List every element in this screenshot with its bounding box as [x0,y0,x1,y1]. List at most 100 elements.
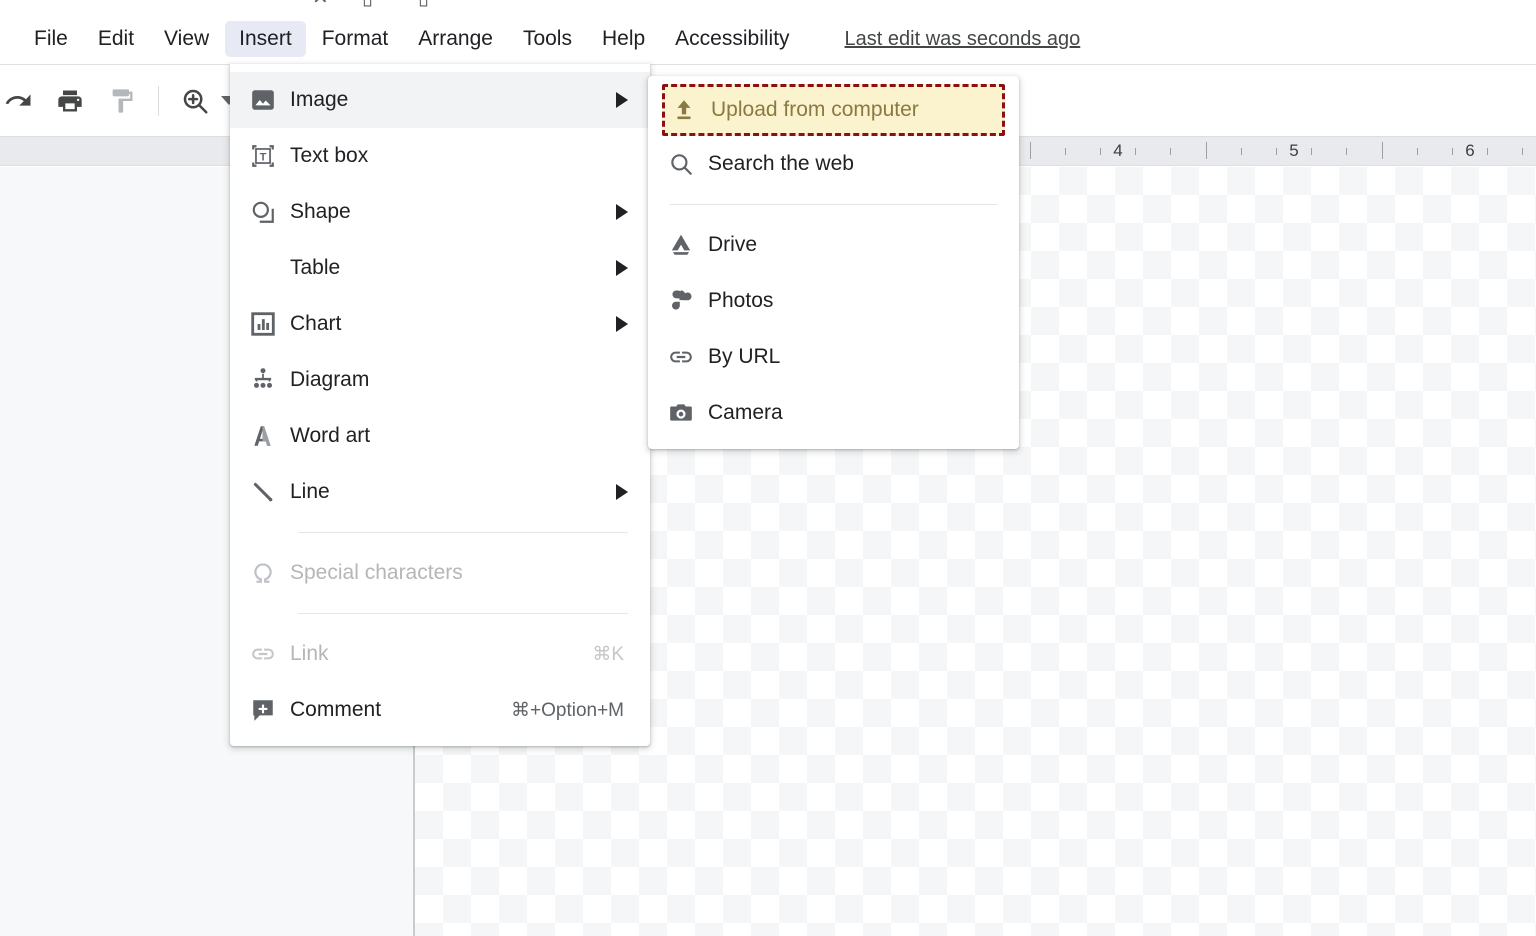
link-icon [668,344,708,370]
submenu-item-label: Search the web [708,152,997,176]
photos-icon [668,288,708,314]
ruler-number-label: 5 [1289,140,1298,162]
ruler-major-tick [1030,142,1031,159]
menu-item-special-characters[interactable]: Special characters [230,545,650,601]
menu-item-label: Word art [290,424,628,448]
menu-insert[interactable]: Insert [225,21,306,57]
menu-item-label: Diagram [290,368,628,392]
paint-format-icon [108,87,136,115]
menu-file[interactable]: File [20,21,82,57]
undo-icon-partial: ↶ [250,0,267,8]
menu-tools[interactable]: Tools [509,21,586,57]
menu-help[interactable]: Help [588,21,659,57]
menu-item-comment[interactable]: Comment ⌘+Option+M [230,682,650,738]
submenu-item-label: Upload from computer [711,98,992,122]
redo-icon [3,86,33,116]
link-icon [250,641,290,667]
diagram-icon [250,367,290,393]
drive-icon [668,232,708,258]
submenu-arrow-icon [616,92,628,108]
upload-icon [671,97,711,123]
ruler-minor-tick [1170,148,1171,155]
submenu-arrow-icon [616,316,628,332]
ruler-minor-tick [1522,148,1523,155]
ruler-minor-tick [1452,148,1453,155]
menu-divider-2 [298,613,628,614]
menu-item-chart[interactable]: Chart [230,296,650,352]
submenu-arrow-icon [616,204,628,220]
camera-icon [668,400,708,426]
image-icon-partial: ▯ [362,0,373,8]
ruler-major-tick [1382,142,1383,159]
submenu-item-label: Photos [708,289,997,313]
print-button[interactable] [48,79,92,123]
menu-item-shortcut: ⌘K [592,643,628,666]
word-art-icon [250,423,290,449]
menu-item-label: Comment [290,698,511,722]
menu-item-shortcut: ⌘+Option+M [511,699,628,722]
submenu-item-label: By URL [708,345,997,369]
menu-item-line[interactable]: Line [230,464,650,520]
svg-text:T: T [260,151,267,163]
menu-bar: File Edit View Insert Format Arrange Too… [0,14,1536,64]
menu-item-label: Text box [290,144,628,168]
submenu-item-label: Camera [708,401,997,425]
menu-item-image[interactable]: Image [230,72,650,128]
submenu-item-upload-from-computer[interactable]: Upload from computer [662,84,1005,136]
submenu-item-search-the-web[interactable]: Search the web [648,136,1019,192]
submenu-arrow-icon [616,260,628,276]
menu-divider-1 [298,532,628,533]
zoom-in-icon [180,86,210,116]
menu-arrange[interactable]: Arrange [404,21,507,57]
zoom-button[interactable] [173,79,217,123]
ruler-minor-tick [1100,148,1101,155]
ruler-minor-tick [1346,148,1347,155]
ruler-minor-tick [1487,148,1488,155]
search-icon [668,151,708,177]
print-icon [56,87,84,115]
menu-format[interactable]: Format [308,21,403,57]
menu-item-word-art[interactable]: Word art [230,408,650,464]
ruler-minor-tick [1276,148,1277,155]
menu-item-link[interactable]: Link ⌘K [230,626,650,682]
ruler-minor-tick [1065,148,1066,155]
redo-button[interactable] [0,79,40,123]
ruler-number-label: 6 [1465,140,1474,162]
omega-icon [250,560,290,586]
menu-item-table[interactable]: Table [230,240,650,296]
menu-item-label: Image [290,88,604,112]
shape-icon [250,199,290,225]
menu-accessibility[interactable]: Accessibility [661,21,803,57]
menu-item-label: Line [290,480,604,504]
line-icon [250,479,290,505]
submenu-item-by-url[interactable]: By URL [648,329,1019,385]
submenu-arrow-icon [616,484,628,500]
ruler-minor-tick [1135,148,1136,155]
submenu-item-drive[interactable]: Drive [648,217,1019,273]
menu-item-label: Link [290,642,592,666]
image-icon [250,87,290,113]
ruler-minor-tick [1311,148,1312,155]
ruler-minor-tick [1241,148,1242,155]
chart-icon [250,311,290,337]
submenu-divider [670,204,997,205]
menu-item-diagram[interactable]: Diagram [230,352,650,408]
toolbar-divider [158,86,159,116]
menu-edit[interactable]: Edit [84,21,148,57]
textbox-icon-partial: ▯ [418,0,429,8]
menu-item-text-box[interactable]: T Text box [230,128,650,184]
paint-format-button[interactable] [100,79,144,123]
menu-item-shape[interactable]: Shape [230,184,650,240]
image-submenu: Upload from computer Search the web Driv… [648,76,1019,449]
text-box-icon: T [250,143,290,169]
menu-view[interactable]: View [150,21,223,57]
save-status-link[interactable]: Last edit was seconds ago [845,28,1081,51]
menu-item-label: Special characters [290,561,628,585]
menu-item-label: Table [290,256,604,280]
submenu-item-camera[interactable]: Camera [648,385,1019,441]
ruler-number-label: 4 [1113,140,1122,162]
menu-item-label: Shape [290,200,604,224]
submenu-item-photos[interactable]: Photos [648,273,1019,329]
comment-icon [250,697,290,723]
submenu-item-label: Drive [708,233,997,257]
